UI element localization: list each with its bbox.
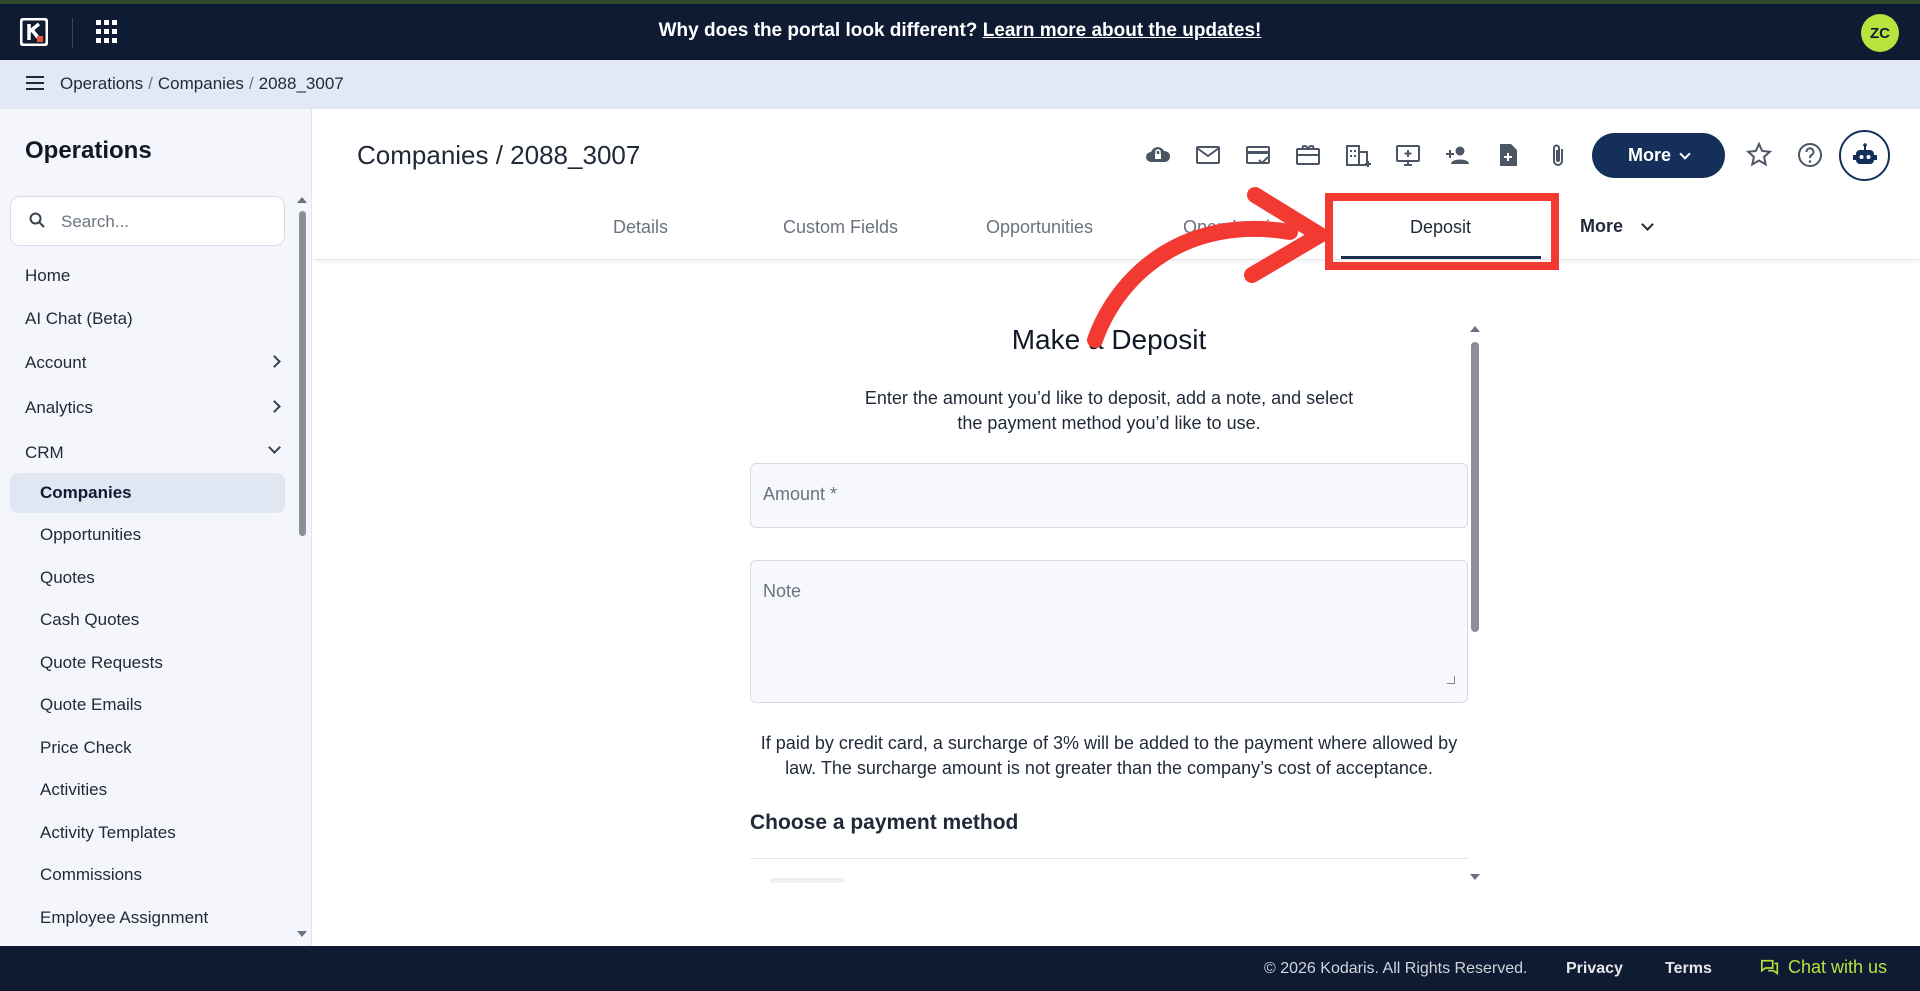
sidebar-item-home[interactable]: Home	[25, 261, 285, 291]
note-textarea[interactable]	[763, 581, 1453, 681]
add-document-icon[interactable]	[1493, 140, 1523, 170]
attachment-icon[interactable]	[1543, 140, 1573, 170]
top-bar: Why does the portal look different? Lear…	[0, 0, 1920, 60]
deposit-description: Enter the amount you’d like to deposit, …	[864, 388, 1354, 433]
sidebar-search[interactable]	[10, 196, 285, 246]
add-screen-icon[interactable]	[1393, 140, 1423, 170]
breadcrumb-companies[interactable]: Companies	[158, 74, 244, 93]
sidebar-item-companies[interactable]: Companies	[10, 473, 285, 513]
payment-method-divider	[750, 858, 1468, 859]
sidebar-item-label: CRM	[25, 443, 64, 462]
chevron-right-icon	[268, 355, 281, 368]
amount-input[interactable]	[763, 484, 1453, 505]
payment-method-heading: Choose a payment method	[750, 811, 1019, 834]
gift-card-icon[interactable]	[1293, 140, 1323, 170]
resize-handle-icon[interactable]	[1447, 676, 1455, 684]
sidebar-search-input[interactable]	[61, 209, 271, 235]
banner-learn-more-link[interactable]: Learn more about the updates!	[983, 20, 1262, 41]
sidebar-scrollbar[interactable]	[297, 197, 307, 937]
mail-icon[interactable]	[1193, 140, 1223, 170]
sidebar-item-activities[interactable]: Activities	[10, 770, 285, 810]
sidebar-item-label: Analytics	[25, 398, 94, 417]
sidebar-item-quote-emails[interactable]: Quote Emails	[10, 685, 285, 725]
tab-more[interactable]: More	[1580, 216, 1654, 237]
footer-copyright: © 2026 Kodaris. All Rights Reserved.	[1264, 960, 1528, 977]
cloud-lock-icon[interactable]	[1143, 140, 1173, 170]
sidebar-title: Operations	[25, 137, 152, 164]
sidebar-item-cash-quotes[interactable]: Cash Quotes	[10, 600, 285, 640]
tab-details[interactable]: Details	[613, 217, 668, 238]
sidebar-item-employee-assignment[interactable]: Employee Assignment	[10, 898, 285, 938]
chat-icon	[1761, 959, 1779, 975]
sidebar-item-quotes[interactable]: Quotes	[10, 558, 285, 598]
deposit-tab-highlight	[1325, 193, 1559, 270]
footer-privacy-link[interactable]: Privacy	[1566, 960, 1623, 978]
credit-card-check-icon[interactable]	[1243, 140, 1273, 170]
breadcrumb: Operations / Companies/2088_3007	[60, 74, 344, 93]
breadcrumb-current: 2088_3007	[258, 74, 344, 93]
more-actions-label: More	[1627, 145, 1671, 165]
tab-opportunities[interactable]: Opportunities	[986, 217, 1093, 238]
sidebar-item-ai-chat[interactable]: AI Chat (Beta)	[25, 304, 285, 334]
help-icon[interactable]	[1795, 140, 1825, 170]
sidebar-item-crm[interactable]: CRM	[25, 438, 285, 468]
add-company-icon[interactable]	[1343, 140, 1373, 170]
sidebar-item-quote-requests[interactable]: Quote Requests	[10, 643, 285, 683]
payment-method-placeholder	[770, 878, 845, 883]
user-avatar[interactable]: ZC	[1861, 14, 1899, 52]
add-person-icon[interactable]	[1443, 140, 1473, 170]
sidebar-item-account[interactable]: Account	[25, 348, 285, 378]
chevron-down-icon	[1679, 147, 1691, 160]
surcharge-notice: If paid by credit card, a surcharge of 3…	[760, 733, 1458, 778]
chevron-right-icon	[268, 400, 281, 413]
more-actions-button[interactable]: More	[1592, 133, 1725, 178]
footer-terms-link[interactable]: Terms	[1665, 960, 1712, 978]
sidebar-item-price-check[interactable]: Price Check	[10, 728, 285, 768]
sidebar-item-commissions[interactable]: Commissions	[10, 855, 285, 895]
note-field[interactable]	[750, 560, 1468, 703]
breadcrumb-operations[interactable]: Operations	[60, 74, 143, 93]
robot-icon	[1852, 142, 1877, 164]
banner-text: Why does the portal look different?	[658, 20, 978, 41]
chat-with-us-button[interactable]: Chat with us	[1760, 957, 1887, 978]
chat-label: Chat with us	[1788, 957, 1888, 977]
deposit-panel-scrollbar[interactable]	[1469, 326, 1481, 880]
breadcrumb-bar: Operations / Companies/2088_3007	[0, 60, 1920, 109]
hamburger-menu-icon[interactable]	[26, 76, 44, 90]
search-icon	[29, 212, 45, 228]
update-banner: Why does the portal look different? Lear…	[0, 20, 1920, 42]
page-title: Companies / 2088_3007	[357, 140, 641, 170]
sidebar: Operations Home AI Chat (Beta) Account A…	[0, 109, 312, 946]
annotation-arrow-icon	[1087, 187, 1328, 348]
amount-field[interactable]	[750, 463, 1468, 528]
chevron-down-icon	[1641, 218, 1654, 231]
tab-custom-fields[interactable]: Custom Fields	[783, 217, 898, 238]
footer: © 2026 Kodaris. All Rights Reserved. Pri…	[0, 946, 1920, 991]
chevron-down-icon	[268, 441, 281, 454]
star-icon[interactable]	[1744, 140, 1774, 170]
ai-assistant-button[interactable]	[1839, 130, 1890, 181]
sidebar-item-analytics[interactable]: Analytics	[25, 393, 285, 423]
sidebar-item-label: Account	[25, 353, 87, 372]
sidebar-item-activity-templates[interactable]: Activity Templates	[10, 813, 285, 853]
sidebar-item-opportunities[interactable]: Opportunities	[10, 515, 285, 555]
tab-more-label: More	[1580, 216, 1624, 236]
